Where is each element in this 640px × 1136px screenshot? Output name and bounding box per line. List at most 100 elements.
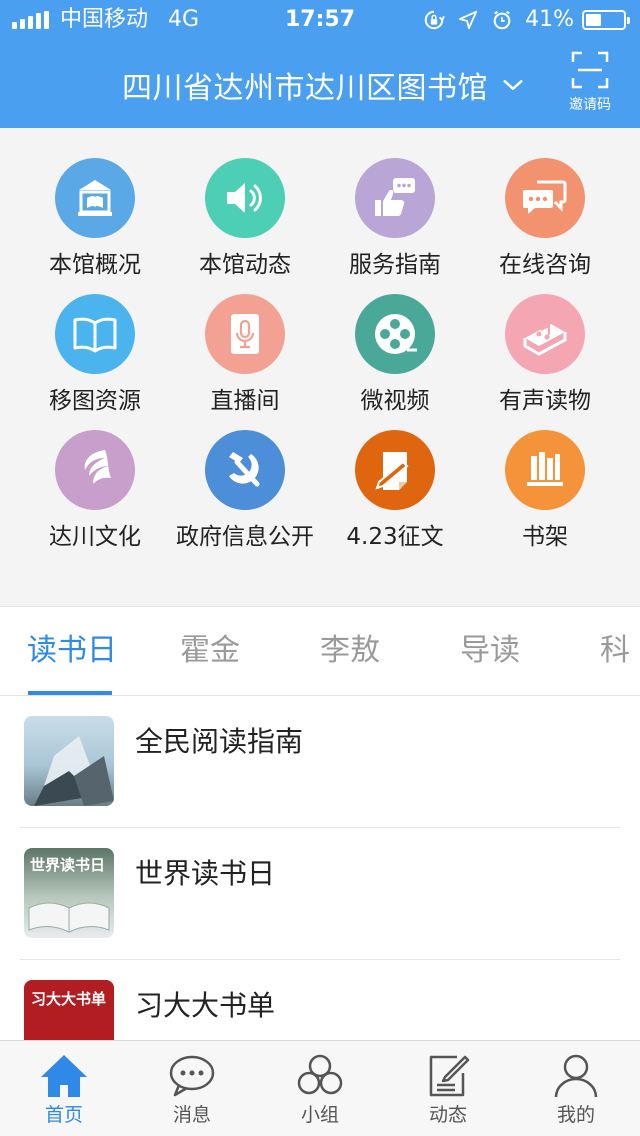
grid-item-label: 微视频 xyxy=(360,388,430,414)
location-icon xyxy=(458,10,478,30)
grid-item-label: 服务指南 xyxy=(349,252,441,278)
grid-item-label: 本馆概况 xyxy=(49,252,141,278)
tab-reading-day[interactable]: 读书日 xyxy=(27,607,117,695)
nav-messages[interactable]: 消息 xyxy=(128,1041,256,1136)
page-title: 四川省达州市达川区图书馆 xyxy=(122,71,488,106)
grid-item-mobile-resources[interactable]: 移图资源 xyxy=(15,294,175,416)
title-row: 四川省达州市达川区图书馆 xyxy=(0,60,640,110)
bottom-navigation: 首页 消息 小组 动态 我的 xyxy=(0,1040,640,1136)
tab-guide-reading[interactable]: 导读 xyxy=(460,607,520,695)
grid-item-library-news[interactable]: 本馆动态 xyxy=(165,158,325,280)
article-title: 习大大书单 xyxy=(135,989,276,1022)
music-book-icon xyxy=(523,324,567,356)
tab-hawking[interactable]: 霍金 xyxy=(180,607,240,695)
tab-li-ao[interactable]: 李敖 xyxy=(320,607,380,695)
scan-icon xyxy=(571,51,609,89)
grid-icon-circle xyxy=(205,294,285,374)
chevron-down-icon xyxy=(503,80,523,90)
library-selector[interactable]: 四川省达州市达川区图书馆 xyxy=(122,60,524,110)
invite-code-button[interactable]: 邀请码 xyxy=(562,50,618,114)
grid-icon-circle xyxy=(55,294,135,374)
grid-item-label: 书架 xyxy=(522,524,568,550)
hammer-sickle-icon xyxy=(229,452,260,487)
article-thumbnail xyxy=(24,716,114,806)
list-item[interactable]: 习大大书单 习大大书单 xyxy=(20,960,620,1040)
article-title: 全民阅读指南 xyxy=(135,725,304,758)
grid-item-label: 4.23征文 xyxy=(346,524,444,550)
alarm-icon xyxy=(493,10,511,30)
compose-icon xyxy=(429,1055,470,1097)
tab-science[interactable]: 科普 xyxy=(600,607,640,695)
nav-feed[interactable]: 动态 xyxy=(384,1041,512,1136)
group-icon xyxy=(297,1054,343,1095)
orientation-lock-icon xyxy=(424,10,445,30)
grid-icon-circle xyxy=(355,294,435,374)
film-reel-icon xyxy=(375,314,417,354)
nav-groups[interactable]: 小组 xyxy=(256,1041,384,1136)
article-thumbnail: 习大大书单 xyxy=(24,980,114,1040)
home-icon xyxy=(41,1055,87,1097)
open-book-icon xyxy=(73,317,117,353)
nav-label: 消息 xyxy=(172,1104,211,1126)
grid-item-essay-contest[interactable]: 4.23征文 xyxy=(315,430,475,552)
grid-icon-circle xyxy=(55,158,135,238)
grid-item-label: 达川文化 xyxy=(49,524,141,550)
library-building-icon xyxy=(78,180,112,216)
feature-grid: 本馆概况 本馆动态 服务指南 在线咨询 移图资源 直播间 微视频 有声读物 达川… xyxy=(0,128,640,606)
grid-item-audio-books[interactable]: 有声读物 xyxy=(465,294,625,416)
app-header: 中国移动 4G 17:57 41% 四川省达州市达川区图书馆 邀请码 xyxy=(0,0,640,128)
grid-item-online-consult[interactable]: 在线咨询 xyxy=(465,158,625,280)
article-title: 世界读书日 xyxy=(135,857,276,890)
nav-label: 动态 xyxy=(428,1104,467,1126)
grid-item-live-room[interactable]: 直播间 xyxy=(165,294,325,416)
nav-label: 小组 xyxy=(300,1104,339,1126)
chat-bubbles-icon xyxy=(523,180,567,214)
nav-label: 首页 xyxy=(44,1104,83,1126)
grid-item-label: 直播间 xyxy=(210,388,280,414)
grid-item-bookshelf[interactable]: 书架 xyxy=(465,430,625,552)
grid-item-library-overview[interactable]: 本馆概况 xyxy=(15,158,175,280)
status-bar: 中国移动 4G 17:57 41% xyxy=(0,0,640,40)
grid-icon-circle xyxy=(505,294,585,374)
battery-percent: 41% xyxy=(525,7,574,32)
grid-icon-circle xyxy=(505,158,585,238)
bookshelf-icon xyxy=(527,452,563,486)
speaker-icon xyxy=(227,183,262,213)
thumbnail-image xyxy=(34,736,114,806)
grid-item-micro-video[interactable]: 微视频 xyxy=(315,294,475,416)
battery-icon xyxy=(582,10,630,30)
pen-paper-icon xyxy=(375,452,409,490)
grid-icon-circle xyxy=(355,430,435,510)
grid-item-label: 有声读物 xyxy=(499,388,591,414)
grid-icon-circle xyxy=(355,158,435,238)
message-icon xyxy=(169,1055,215,1097)
microphone-icon xyxy=(231,314,259,354)
grid-icon-circle xyxy=(505,430,585,510)
list-item[interactable]: 全民阅读指南 xyxy=(20,696,620,828)
grid-item-gov-info[interactable]: 政府信息公开 xyxy=(165,430,325,552)
article-list: 全民阅读指南 世界读书日 世界读书日 习大大书单 习大大书单 xyxy=(0,696,640,1040)
nav-profile[interactable]: 我的 xyxy=(512,1041,640,1136)
nav-label: 我的 xyxy=(556,1104,595,1126)
grid-item-label: 本馆动态 xyxy=(199,252,291,278)
grid-item-dachuan-culture[interactable]: 达川文化 xyxy=(15,430,175,552)
nav-home[interactable]: 首页 xyxy=(0,1041,128,1136)
article-thumbnail: 世界读书日 xyxy=(24,848,114,938)
flame-logo-icon xyxy=(84,450,111,484)
grid-item-label: 政府信息公开 xyxy=(176,524,314,550)
grid-item-label: 移图资源 xyxy=(49,388,141,414)
list-item[interactable]: 世界读书日 世界读书日 xyxy=(20,828,620,960)
profile-icon xyxy=(554,1054,598,1098)
grid-item-label: 在线咨询 xyxy=(499,252,591,278)
grid-item-service-guide[interactable]: 服务指南 xyxy=(315,158,475,280)
thumbnail-caption: 习大大书单 xyxy=(31,990,107,1008)
grid-icon-circle xyxy=(55,430,135,510)
thumbnail-image xyxy=(28,902,110,933)
thumbs-up-chat-icon xyxy=(375,178,415,216)
status-right: 41% xyxy=(423,6,630,34)
invite-code-label: 邀请码 xyxy=(569,97,611,113)
category-tabs: 读书日 霍金 李敖 导读 科普 xyxy=(0,606,640,696)
grid-icon-circle xyxy=(205,158,285,238)
grid-icon-circle xyxy=(205,430,285,510)
active-tab-indicator xyxy=(28,691,112,695)
